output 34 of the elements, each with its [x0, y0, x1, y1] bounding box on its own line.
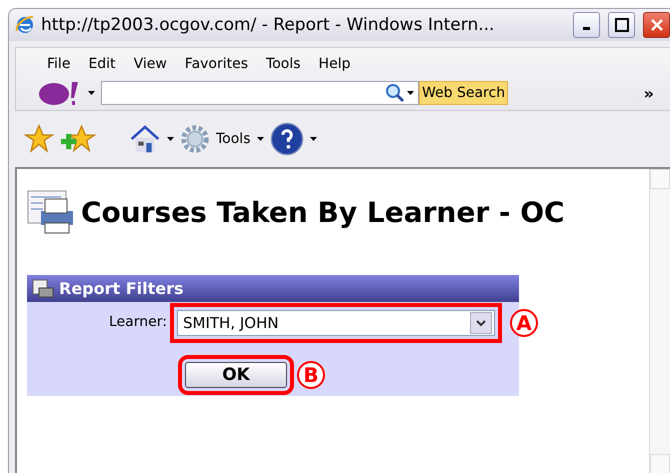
- learner-label: Learner:: [109, 314, 167, 330]
- menu-item[interactable]: Help: [310, 56, 360, 72]
- menu-item[interactable]: View: [124, 56, 176, 72]
- minimize-button[interactable]: [573, 12, 600, 38]
- report-icon: [32, 278, 54, 298]
- help-icon[interactable]: [270, 122, 304, 156]
- menu-item[interactable]: Edit: [79, 56, 125, 72]
- page-heading: Courses Taken By Learner - OC: [81, 196, 565, 228]
- menu-item[interactable]: Favorites: [176, 56, 258, 72]
- menu-item[interactable]: Tools: [257, 56, 310, 72]
- web-search-button[interactable]: Web Search: [419, 81, 508, 105]
- callout-marker: B: [297, 361, 325, 389]
- printer-icon: [27, 189, 75, 235]
- panel-title: Report Filters: [59, 279, 184, 298]
- tools-button[interactable]: Tools: [216, 131, 250, 147]
- browser-logo-icon: [15, 15, 35, 35]
- callout-marker: A: [510, 309, 538, 337]
- menu-item[interactable]: File: [38, 56, 80, 72]
- dropdown-caret-icon[interactable]: [88, 91, 95, 95]
- maximize-icon[interactable]: [614, 18, 628, 32]
- maximize-button[interactable]: [608, 12, 635, 38]
- window-title: http://tp2003.ocgov.com/ - Report - Windows Intern...: [41, 15, 496, 35]
- close-button[interactable]: [643, 12, 670, 38]
- overflow-chevron[interactable]: »: [644, 84, 654, 102]
- star-icon[interactable]: [23, 123, 55, 155]
- help-caret-icon[interactable]: [310, 137, 316, 141]
- tools-caret-icon[interactable]: [256, 137, 264, 141]
- close-icon[interactable]: [650, 18, 664, 32]
- home-caret-icon[interactable]: [167, 137, 174, 141]
- search-caret-icon[interactable]: [407, 91, 414, 95]
- search-field[interactable]: [101, 81, 419, 105]
- home-icon[interactable]: [129, 123, 161, 155]
- search-icon[interactable]: [385, 83, 405, 103]
- add-favorite-icon[interactable]: [61, 123, 97, 155]
